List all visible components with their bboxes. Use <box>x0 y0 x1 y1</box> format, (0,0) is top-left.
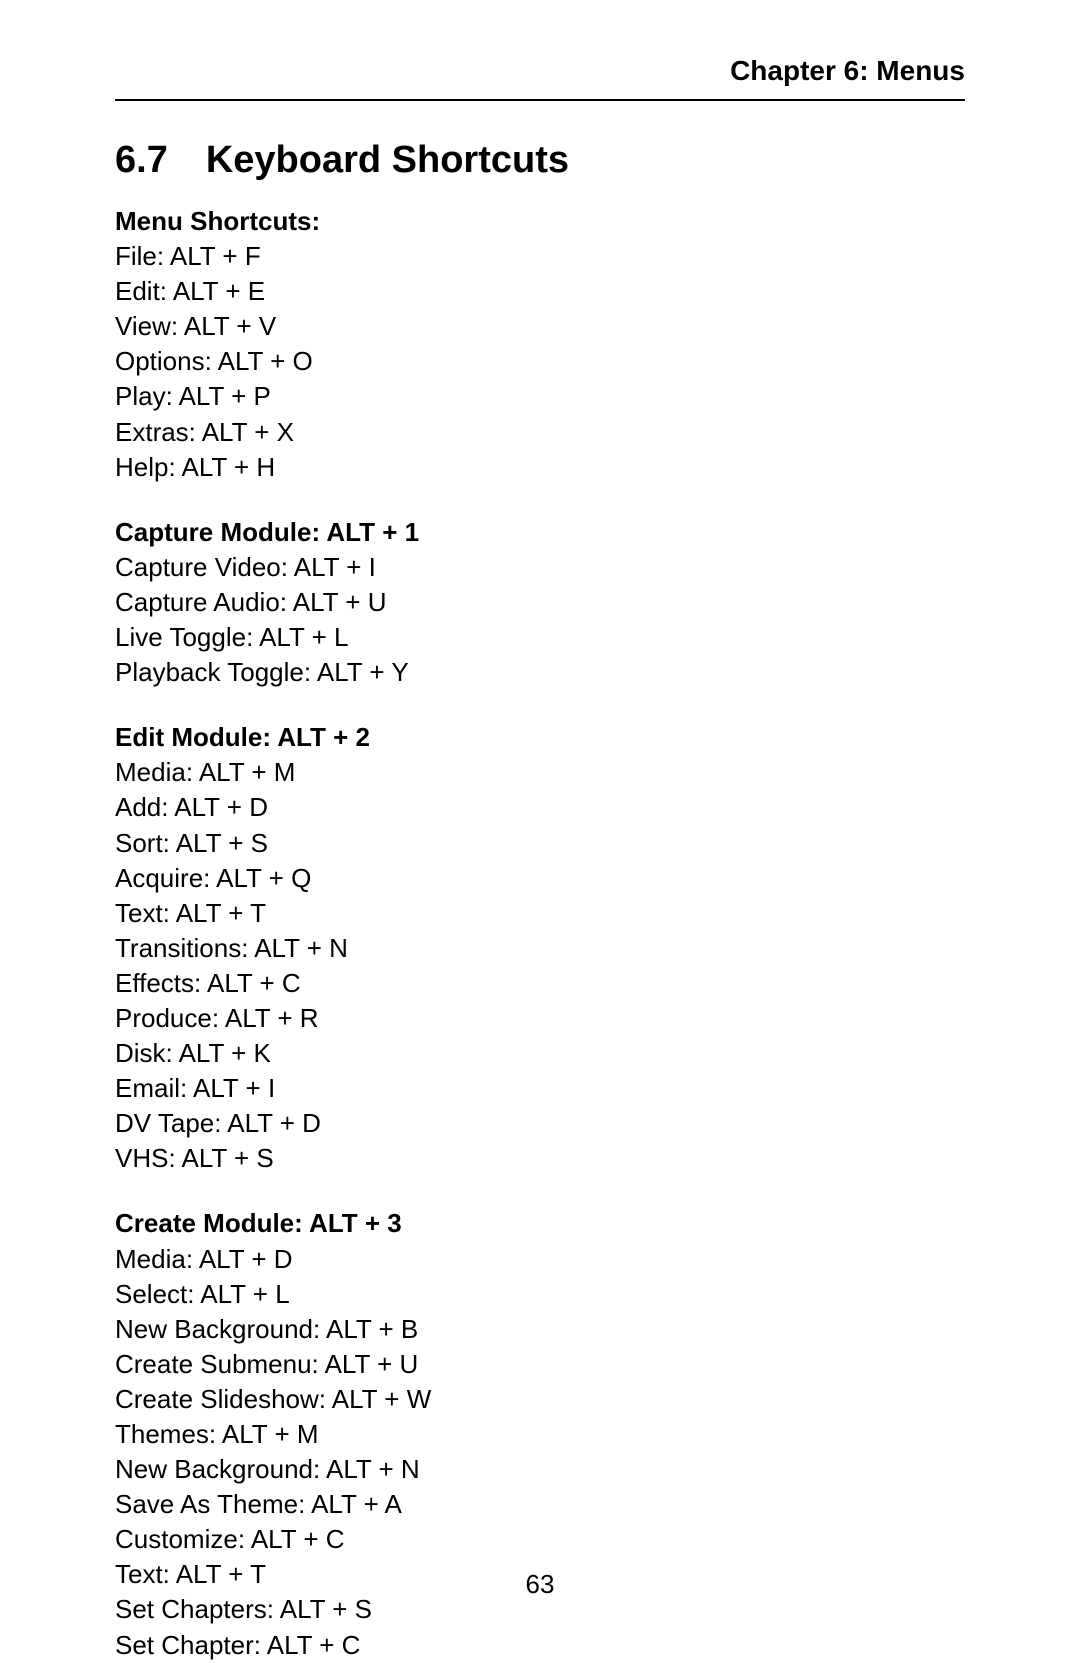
shortcut-line: Create Submenu: ALT + U <box>115 1347 965 1382</box>
shortcuts-content: Menu Shortcuts:File: ALT + FEdit: ALT + … <box>115 204 965 1663</box>
shortcut-line: View: ALT + V <box>115 309 965 344</box>
group-heading: Capture Module: ALT + 1 <box>115 515 965 550</box>
shortcut-line: Themes: ALT + M <box>115 1417 965 1452</box>
shortcut-line: Options: ALT + O <box>115 344 965 379</box>
shortcut-line: Set Chapter: ALT + C <box>115 1628 965 1663</box>
shortcut-line: Add: ALT + D <box>115 790 965 825</box>
section-number: 6.7 <box>115 139 168 182</box>
shortcut-line: Sort: ALT + S <box>115 826 965 861</box>
shortcut-line: Play: ALT + P <box>115 379 965 414</box>
shortcut-line: Live Toggle: ALT + L <box>115 620 965 655</box>
shortcut-line: Playback Toggle: ALT + Y <box>115 655 965 690</box>
shortcut-line: Disk: ALT + K <box>115 1036 965 1071</box>
shortcut-line: Customize: ALT + C <box>115 1522 965 1557</box>
shortcut-line: Acquire: ALT + Q <box>115 861 965 896</box>
shortcut-line: DV Tape: ALT + D <box>115 1106 965 1141</box>
shortcut-line: Effects: ALT + C <box>115 966 965 1001</box>
group-heading: Create Module: ALT + 3 <box>115 1206 965 1241</box>
shortcut-line: Create Slideshow: ALT + W <box>115 1382 965 1417</box>
shortcut-line: File: ALT + F <box>115 239 965 274</box>
group-heading: Edit Module: ALT + 2 <box>115 720 965 755</box>
shortcut-line: New Background: ALT + B <box>115 1312 965 1347</box>
shortcut-line: Edit: ALT + E <box>115 274 965 309</box>
shortcut-line: Capture Video: ALT + I <box>115 550 965 585</box>
shortcut-line: Media: ALT + M <box>115 755 965 790</box>
shortcut-group: Edit Module: ALT + 2Media: ALT + MAdd: A… <box>115 720 965 1176</box>
shortcut-line: New Background: ALT + N <box>115 1452 965 1487</box>
shortcut-line: Media: ALT + D <box>115 1242 965 1277</box>
section-heading-text: Keyboard Shortcuts <box>206 139 569 181</box>
shortcut-line: Produce: ALT + R <box>115 1001 965 1036</box>
shortcut-line: Email: ALT + I <box>115 1071 965 1106</box>
shortcut-line: Text: ALT + T <box>115 896 965 931</box>
shortcut-group: Menu Shortcuts:File: ALT + FEdit: ALT + … <box>115 204 965 485</box>
shortcut-line: Capture Audio: ALT + U <box>115 585 965 620</box>
shortcut-line: Help: ALT + H <box>115 450 965 485</box>
section-title: 6.7 Keyboard Shortcuts <box>115 139 965 182</box>
shortcut-line: Select: ALT + L <box>115 1277 965 1312</box>
page-number: 63 <box>0 1569 1080 1600</box>
shortcut-line: VHS: ALT + S <box>115 1141 965 1176</box>
shortcut-line: Transitions: ALT + N <box>115 931 965 966</box>
shortcut-line: Save As Theme: ALT + A <box>115 1487 965 1522</box>
chapter-header: Chapter 6: Menus <box>115 55 965 101</box>
shortcut-line: Extras: ALT + X <box>115 415 965 450</box>
shortcut-group: Capture Module: ALT + 1Capture Video: AL… <box>115 515 965 690</box>
group-heading: Menu Shortcuts: <box>115 204 965 239</box>
